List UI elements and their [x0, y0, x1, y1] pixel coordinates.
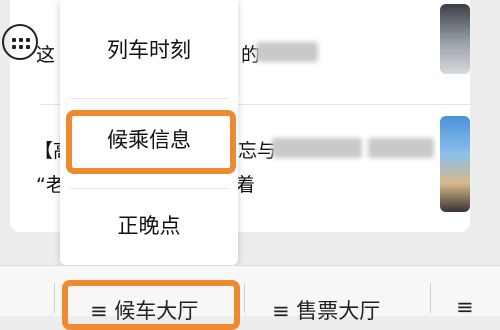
menu-item-train-schedule[interactable]: 列车时刻 — [60, 34, 238, 64]
highlight-box — [62, 280, 240, 330]
bar-separator — [244, 283, 245, 313]
blurred-text — [272, 138, 362, 158]
bar-separator — [54, 283, 55, 313]
article-thumbnail[interactable] — [440, 116, 470, 212]
article-thumbnail[interactable] — [440, 4, 470, 74]
blurred-text — [368, 138, 434, 158]
bar-separator — [430, 283, 431, 313]
blurred-text — [256, 42, 318, 62]
keyboard-icon[interactable] — [2, 24, 38, 60]
feed-row-3-suffix: 着 — [236, 174, 256, 196]
menu-divider — [70, 188, 228, 189]
feed-row-1-prefix: 这 — [36, 44, 56, 66]
menu-item-on-time-status[interactable]: 正晚点 — [60, 210, 238, 240]
feed-row-2-mid: 忘与 — [238, 140, 277, 162]
highlight-box — [66, 110, 236, 174]
tab-ticket-hall[interactable]: ≡ 售票大厅 — [272, 295, 380, 325]
tab-more[interactable]: ≡ — [456, 295, 474, 319]
menu-divider — [70, 98, 228, 99]
